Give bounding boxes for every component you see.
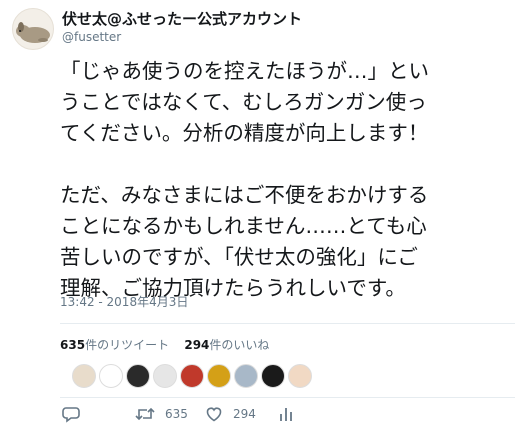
liker-avatars — [72, 364, 315, 390]
liker-avatar[interactable] — [126, 364, 150, 388]
tweet-text: 「じゃあ使うのを控えたほうが…」とい うことではなくて、むしろガンガン使っ てく… — [60, 56, 515, 304]
tweet-line: 苦しいのですが、「伏せ太の強化」にご — [60, 245, 418, 269]
liker-avatar[interactable] — [234, 364, 258, 388]
tweet-line: てください。分析の精度が向上します！ — [60, 121, 429, 145]
liker-avatar[interactable] — [180, 364, 204, 388]
liker-avatar[interactable] — [288, 364, 312, 388]
tweet-line: うことではなくて、むしろガンガン使っ — [60, 90, 427, 114]
liker-avatar[interactable] — [153, 364, 177, 388]
reply-icon — [62, 405, 80, 423]
retweet-button[interactable]: 635 — [135, 404, 188, 424]
liker-avatar[interactable] — [99, 364, 123, 388]
like-button[interactable]: 294 — [205, 404, 256, 424]
retweet-icon — [135, 405, 155, 423]
retweet-stat-count: 635 — [60, 338, 86, 352]
like-stat[interactable]: 294件のいいね — [184, 338, 269, 352]
analytics-icon — [278, 405, 294, 423]
divider — [60, 323, 515, 324]
retweet-stat[interactable]: 635件のリツイート — [60, 338, 169, 352]
dog-avatar-icon[interactable] — [12, 8, 54, 50]
user-handle[interactable]: @fusetter — [62, 30, 121, 44]
like-stat-label: 件のいいね — [209, 338, 270, 352]
liker-avatar[interactable] — [207, 364, 231, 388]
retweet-stat-label: 件のリツイート — [85, 338, 170, 352]
like-stat-count: 294 — [184, 338, 210, 352]
analytics-button[interactable] — [278, 404, 294, 424]
display-name[interactable]: 伏せ太@ふせったー公式アカウント — [62, 8, 302, 29]
tweet-line: ことになるかもしれません……とても心 — [60, 214, 427, 238]
tweet-line: ただ、みなさまにはご不便をおかけする — [60, 183, 429, 207]
reply-button[interactable] — [62, 404, 80, 424]
tweet-actions: 635 294 — [60, 404, 515, 426]
retweet-count: 635 — [165, 407, 188, 421]
liker-avatar[interactable] — [72, 364, 96, 388]
divider — [60, 397, 515, 398]
tweet-timestamp[interactable]: 13:42 - 2018年4月3日 — [60, 293, 188, 310]
tweet-header: 伏せ太@ふせったー公式アカウント @fusetter — [12, 6, 512, 50]
engagement-stats: 635件のリツイート 294件のいいね — [60, 336, 269, 353]
heart-icon — [205, 405, 223, 423]
tweet-line: 「じゃあ使うのを控えたほうが…」とい — [60, 59, 429, 83]
liker-avatar[interactable] — [261, 364, 285, 388]
like-count: 294 — [233, 407, 256, 421]
